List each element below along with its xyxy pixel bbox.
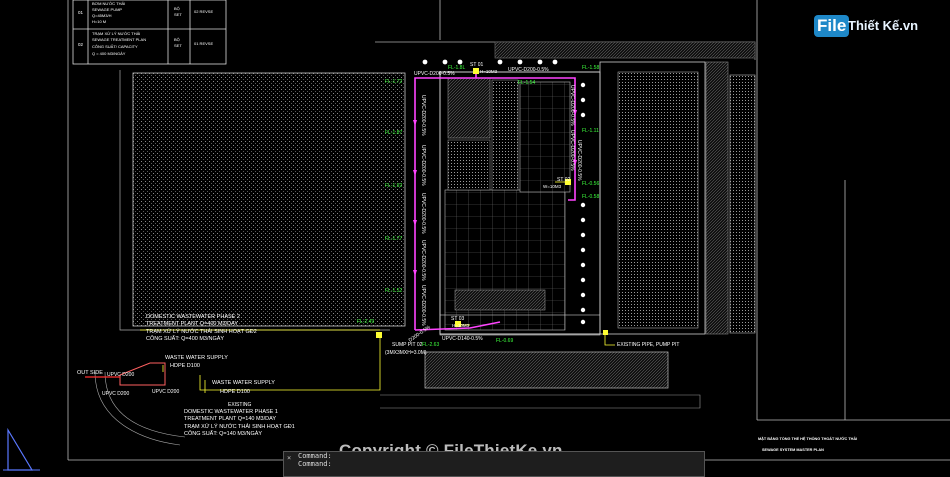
existing-pipe-label: EXISTING PIPE, PUMP PIT bbox=[617, 342, 679, 348]
level-left-5: FL-1.52 bbox=[385, 288, 402, 294]
dotted-area bbox=[132, 72, 406, 327]
sewage-master-plan-drawing: 01 BƠM NƯỚC THẢI SEWAGE PUMP Q=45M3/H H=… bbox=[3, 0, 950, 471]
pipe-label-vertical-left-1: UPVC-D200-0.5% bbox=[420, 95, 426, 136]
legend-row-1-desc-2: SEWAGE PUMP bbox=[92, 7, 122, 12]
phase2-line4: CÔNG SUẤT: Q=400 M3/NGÀY bbox=[146, 335, 224, 342]
legend-row-2-desc-2: SEWAGE TREATMENT PLAN bbox=[92, 37, 146, 42]
phase2-line1: DOMESTIC WASTEWATER PHASE 2 bbox=[146, 314, 240, 320]
legend-row-1-unit-1: BỘ bbox=[174, 6, 180, 11]
level-right-2: FL-0.56 bbox=[582, 181, 599, 187]
logo-file: File bbox=[814, 15, 850, 37]
pipe-label-vertical-left-3: UPVC-D200-0.5% bbox=[420, 193, 426, 234]
pipe-label-vertical-right-3: UPVC-D200-0.5% bbox=[576, 140, 582, 181]
existing-line4: TRẠM XỬ LÝ NƯỚC THẢI SINH HOẠT GĐ1 bbox=[184, 423, 295, 430]
level-left-3: FL-1.92 bbox=[385, 183, 402, 189]
st03-name: ST 03 bbox=[451, 316, 464, 322]
st03-vol: H=10M3 bbox=[452, 323, 470, 328]
legend-row-1-desc-1: BƠM NƯỚC THẢI bbox=[92, 1, 125, 6]
legend-row-1-unit-2: SET bbox=[174, 12, 182, 17]
filethietke-logo: File Thiết Kế.vn bbox=[814, 12, 922, 42]
pipe-label-bottom: UPVC-D140-0.5% bbox=[442, 336, 483, 342]
legend-row-2-no: 02 bbox=[78, 42, 84, 47]
waste-supply-2-line2: HDPE D100 bbox=[220, 389, 250, 395]
pipe-label-top-right: UPVC-D200-0.5% bbox=[508, 67, 549, 73]
legend-row-2-qty: 01 REVSE bbox=[194, 41, 213, 46]
upvc-d200-1: UPVC D200 bbox=[107, 372, 134, 378]
st02-name: ST 02 bbox=[557, 177, 570, 183]
phase2-line2: TREATMENT PLANT Q=400 M3/DAY bbox=[146, 321, 238, 327]
pipe-label-bottom2: D200-0.5% bbox=[408, 324, 432, 344]
level-bottom-mid: FL-2.63 bbox=[422, 342, 439, 348]
phase2-line3: TRẠM XỬ LÝ NƯỚC THẢI SINH HOẠT GĐ2 bbox=[146, 328, 257, 335]
command-history-line-2: Command: bbox=[298, 460, 332, 468]
legend-row-1-desc-3: Q=45M3/H bbox=[92, 13, 112, 18]
title-block-vn: MẶT BẰNG TỔNG THỂ HỆ THỐNG THOÁT NƯỚC TH… bbox=[758, 436, 857, 441]
level-right-3: FL-0.58 bbox=[582, 194, 599, 200]
title-block-en: SEWAGE SYSTEM MASTER PLAN bbox=[762, 448, 824, 452]
waste-supply-1-line2: HDPE D100 bbox=[170, 363, 200, 369]
legend-row-2-unit-2: SET bbox=[174, 43, 182, 48]
pipe-label-top-left: UPVC-D200-0.5% bbox=[414, 71, 455, 77]
pipe-label-vertical-left-5: UPVC-D200-0.5% bbox=[420, 285, 426, 326]
pipe-label-vertical-right-2: UPVC-D200-0.5% bbox=[569, 130, 575, 171]
pipe-label-vertical-right-1: UPVC-D200-0.5% bbox=[569, 85, 575, 126]
command-history-line-1: Command: bbox=[298, 452, 332, 460]
legend-row-1-no: 01 bbox=[78, 10, 84, 15]
pipe-label-vertical-left-2: UPVC-D200-0.5% bbox=[420, 145, 426, 186]
sump-size: (3MX3MXH=3.0M) bbox=[385, 350, 427, 356]
pipe-label-vertical-left-4: UPVC-D200-0.5% bbox=[420, 240, 426, 281]
existing-line2: DOMESTIC WASTEWATER PHASE 1 bbox=[184, 409, 278, 415]
sump-name: SUMP PIT 02 bbox=[392, 342, 423, 348]
level-bottom-left: FL-2.49 bbox=[357, 319, 374, 325]
legend-row-2-desc-4: Q = 400 M3/NGÀY bbox=[92, 51, 126, 56]
level-right-1: FL-1.11 bbox=[582, 128, 599, 134]
close-icon[interactable]: × bbox=[287, 454, 291, 462]
legend-row-2-desc-3: CÔNG SUẤT/ CAPACITY bbox=[92, 44, 138, 49]
st02-vol: W=10M3 bbox=[543, 184, 562, 189]
legend-row-2-desc-1: TRẠM XỬ LÝ NƯỚC THẢI bbox=[92, 31, 140, 36]
waste-supply-1-line1: WASTE WATER SUPPLY bbox=[165, 355, 228, 361]
upvc-d200-2: UPVC D200 bbox=[102, 391, 129, 397]
legend-row-2-unit-1: BỘ bbox=[174, 37, 180, 42]
level-right-top: FL-1.58 bbox=[582, 65, 599, 71]
legend-text: 01 BƠM NƯỚC THẢI SEWAGE PUMP Q=45M3/H H=… bbox=[78, 1, 213, 56]
legend-row-1-desc-4: H=10 M bbox=[92, 19, 106, 24]
level-top-1: FL-1.8L bbox=[448, 65, 465, 71]
level-bottom-right: FL-0.69 bbox=[496, 338, 513, 344]
right-buildings bbox=[599, 61, 756, 335]
waste-supply-2-line1: WASTE WATER SUPPLY bbox=[212, 380, 275, 386]
level-left-2: FL-1.87 bbox=[385, 130, 402, 136]
out-side-label: OUT SIDE bbox=[77, 370, 103, 376]
level-left-1: FL-1.72 bbox=[385, 79, 402, 85]
level-top-2: FL-1.54 bbox=[518, 80, 535, 86]
st01-name: ST 01 bbox=[470, 62, 483, 68]
st01-vol: H=10M3 bbox=[480, 69, 498, 74]
upvc-d200-3: UPVC D200 bbox=[152, 389, 179, 395]
existing-line1: EXISTING bbox=[228, 402, 251, 408]
level-left-4: FL-1.77 bbox=[385, 236, 402, 242]
legend-row-1-qty: 02 REVSE bbox=[194, 9, 213, 14]
ucs-icon bbox=[7, 427, 34, 471]
command-line-window[interactable]: × Command: Command: bbox=[283, 451, 705, 477]
logo-text: Thiết Kế.vn bbox=[848, 18, 919, 33]
existing-line3: TREATMENT PLANT Q=140 M3/DAY bbox=[184, 416, 276, 422]
existing-line5: CÔNG SUẤT: Q=140 M3/NGÀY bbox=[184, 430, 262, 437]
cad-drawing-canvas[interactable]: 01 BƠM NƯỚC THẢI SEWAGE PUMP Q=45M3/H H=… bbox=[0, 0, 950, 477]
